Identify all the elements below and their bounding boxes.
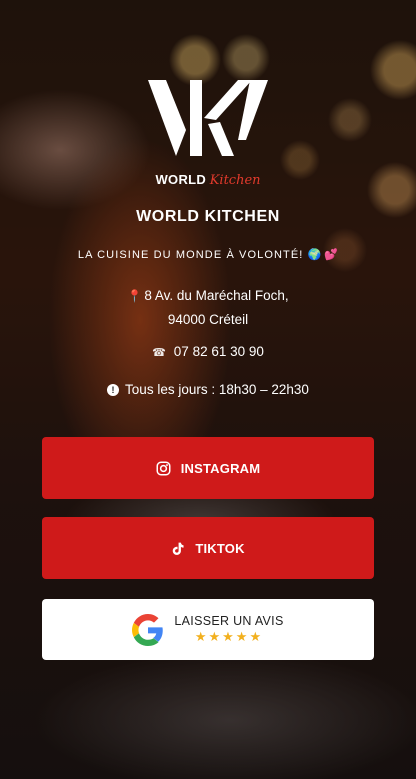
opening-hours: ! Tous les jours : 18h30 – 22h30 (0, 382, 416, 397)
logo-brand-word: WORLD (155, 172, 207, 187)
phone-icon: ☎ (152, 347, 166, 359)
review-label: LAISSER UN AVIS (174, 614, 284, 628)
phone[interactable]: ☎ 07 82 61 30 90 (0, 344, 416, 359)
review-button[interactable]: LAISSER UN AVIS ★★★★★ (42, 599, 374, 660)
tiktok-icon (173, 542, 184, 555)
tagline: LA CUISINE DU MONDE À VOLONTÉ! 🌍 💕 (0, 248, 416, 261)
google-icon (132, 613, 164, 646)
logo-wordmark: WORLD Kitchen (0, 172, 416, 188)
hours-text: Tous les jours : 18h30 – 22h30 (125, 382, 309, 397)
pin-icon: 📍 (127, 289, 143, 303)
info-icon: ! (107, 384, 120, 396)
phone-number: 07 82 61 30 90 (173, 344, 264, 359)
logo-script-word: Kitchen (209, 173, 261, 188)
star-rating: ★★★★★ (194, 629, 264, 644)
instagram-icon (156, 461, 171, 475)
instagram-button[interactable]: INSTAGRAM (42, 437, 374, 499)
instagram-label: INSTAGRAM (180, 460, 261, 476)
tagline-text: LA CUISINE DU MONDE À VOLONTÉ! (77, 249, 304, 261)
tagline-emojis: 🌍 💕 (307, 249, 339, 261)
logo-mark (148, 80, 268, 156)
tiktok-label: TIKTOK (195, 540, 245, 556)
address-line2: 94000 Créteil (167, 312, 249, 327)
review-text: LAISSER UN AVIS ★★★★★ (174, 614, 283, 645)
tiktok-button[interactable]: TIKTOK (42, 517, 374, 579)
brand-name: WORLD KITCHEN (136, 208, 280, 225)
link-page: WORLD Kitchen WORLD KITCHEN LA CUISINE D… (0, 0, 416, 779)
address-line1: 8 Av. du Maréchal Foch, (144, 288, 289, 303)
address: 📍 8 Av. du Maréchal Foch, 94000 Créteil (0, 284, 416, 331)
